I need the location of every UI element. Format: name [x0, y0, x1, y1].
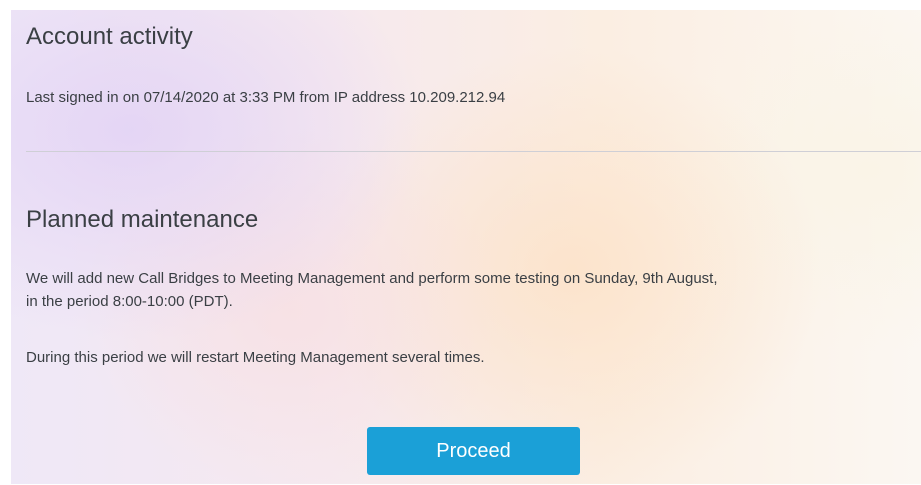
restart-notice-text: During this period we will restart Meeti…: [26, 349, 485, 366]
last-signed-in-text: Last signed in on 07/14/2020 at 3:33 PM …: [26, 89, 506, 106]
maintenance-paragraph-line-2: in the period 8:00-10:00 (PDT).: [26, 293, 233, 310]
account-activity-heading: Account activity: [26, 23, 193, 50]
proceed-button[interactable]: Proceed: [367, 427, 580, 475]
planned-maintenance-heading: Planned maintenance: [26, 206, 259, 233]
section-divider: [26, 151, 921, 152]
maintenance-paragraph-line-1: We will add new Call Bridges to Meeting …: [26, 270, 718, 287]
content-panel: Account activity Last signed in on 07/14…: [11, 10, 921, 484]
